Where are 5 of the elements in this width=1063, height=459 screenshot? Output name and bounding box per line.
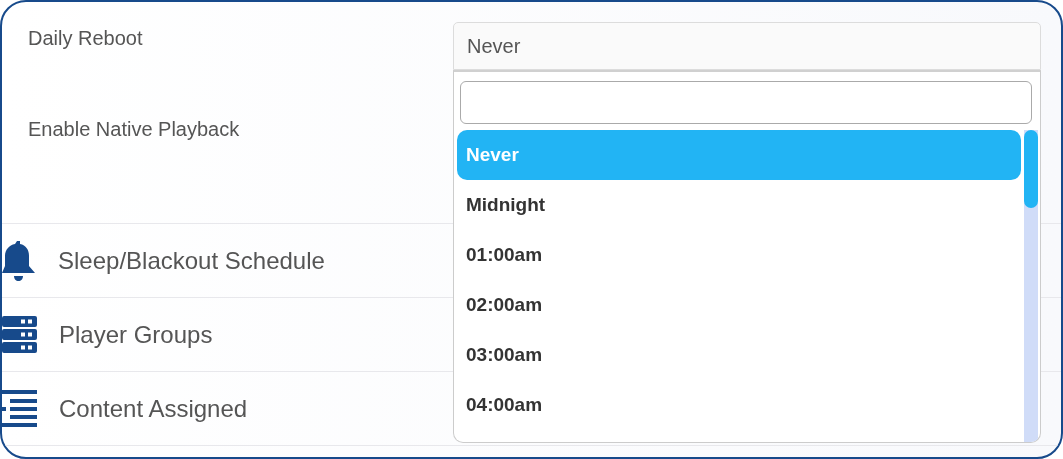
section-title: Sleep/Blackout Schedule <box>58 245 325 276</box>
section-title: Player Groups <box>59 319 213 350</box>
setting-label: Daily Reboot <box>28 26 143 50</box>
section-title: Content Assigned <box>59 393 248 424</box>
setting-label: Enable Native Playback <box>28 117 240 141</box>
